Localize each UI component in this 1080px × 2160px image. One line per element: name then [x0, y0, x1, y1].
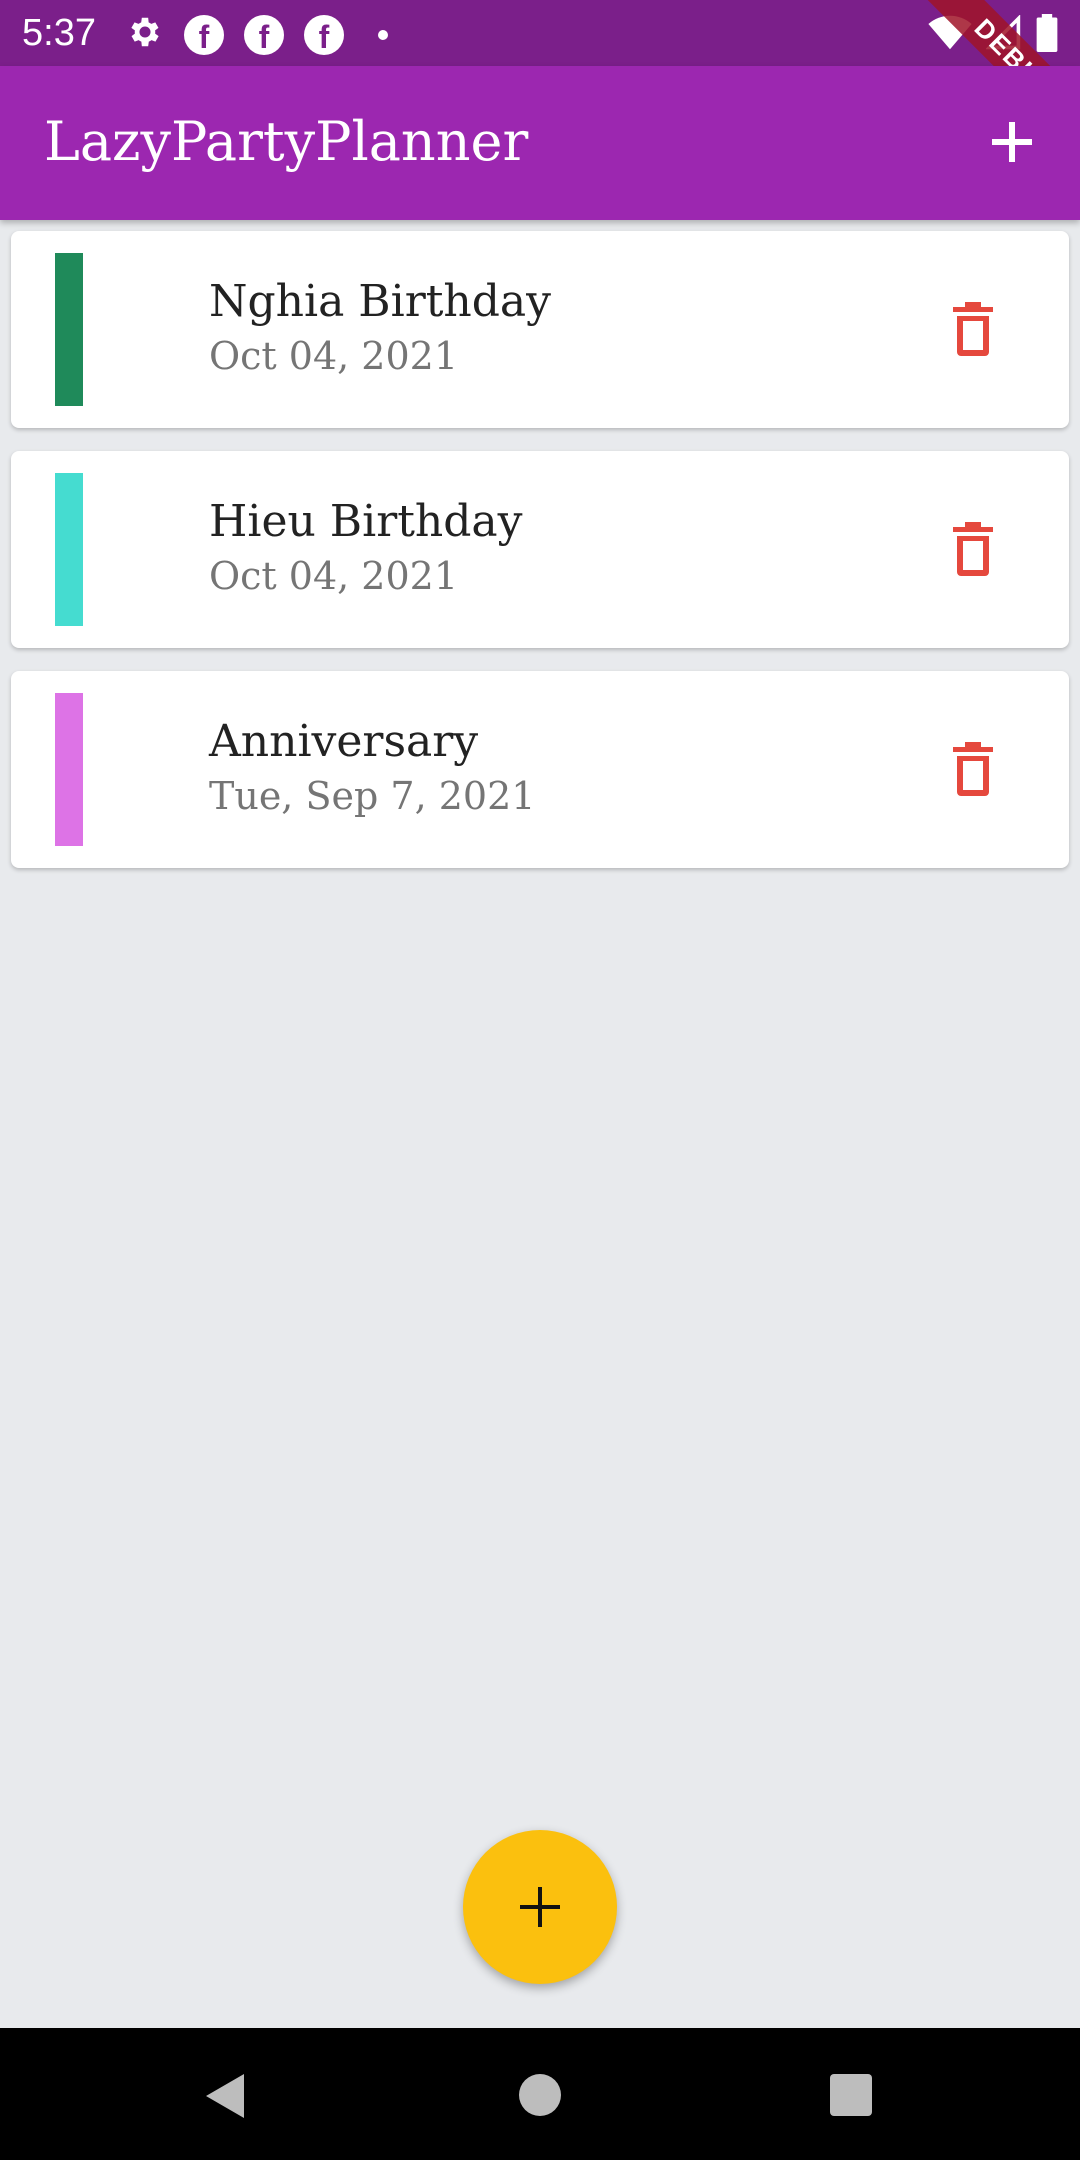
status-system-icons: [928, 14, 1058, 57]
event-card[interactable]: Anniversary Tue, Sep 7, 2021: [11, 671, 1069, 868]
fab-add-button[interactable]: [463, 1830, 617, 1984]
event-card[interactable]: Hieu Birthday Oct 04, 2021: [11, 451, 1069, 648]
trash-icon: [953, 742, 993, 796]
status-bar: 5:37 f f f: [0, 0, 1080, 66]
status-notification-icons: f f f: [126, 13, 388, 56]
trash-icon: [953, 302, 993, 356]
event-color-bar: [55, 473, 83, 626]
plus-icon: [520, 1887, 560, 1927]
back-button[interactable]: [204, 2072, 246, 2124]
event-card[interactable]: Nghia Birthday Oct 04, 2021: [11, 231, 1069, 428]
wifi-icon: [928, 15, 972, 56]
plus-icon: [992, 122, 1032, 162]
signal-icon: [985, 14, 1022, 56]
event-title: Nghia Birthday: [209, 276, 552, 327]
event-title: Hieu Birthday: [209, 496, 523, 547]
event-date: Oct 04, 2021: [209, 334, 459, 378]
facebook-icon: f: [304, 14, 344, 55]
app-title: LazyPartyPlanner: [44, 110, 529, 173]
delete-event-button[interactable]: [941, 517, 1005, 581]
event-list: Nghia Birthday Oct 04, 2021 Hieu Birthda…: [11, 231, 1069, 891]
status-time: 5:37: [22, 12, 96, 54]
gear-icon: [126, 13, 164, 56]
event-date: Tue, Sep 7, 2021: [209, 774, 536, 818]
facebook-icon: f: [244, 14, 284, 55]
system-nav-bar: [0, 2028, 1080, 2160]
delete-event-button[interactable]: [941, 297, 1005, 361]
facebook-icon: f: [184, 14, 224, 55]
add-event-button[interactable]: [966, 96, 1058, 188]
event-color-bar: [55, 693, 83, 846]
recents-button[interactable]: [830, 2074, 872, 2116]
home-button[interactable]: [519, 2074, 561, 2116]
event-date: Oct 04, 2021: [209, 554, 459, 598]
back-icon: [206, 2074, 244, 2118]
event-title: Anniversary: [209, 716, 479, 767]
delete-event-button[interactable]: [941, 737, 1005, 801]
app-bar: LazyPartyPlanner: [0, 66, 1080, 220]
battery-icon: [1036, 14, 1058, 57]
trash-icon: [953, 522, 993, 576]
event-color-bar: [55, 253, 83, 406]
dot-icon: [378, 29, 388, 40]
